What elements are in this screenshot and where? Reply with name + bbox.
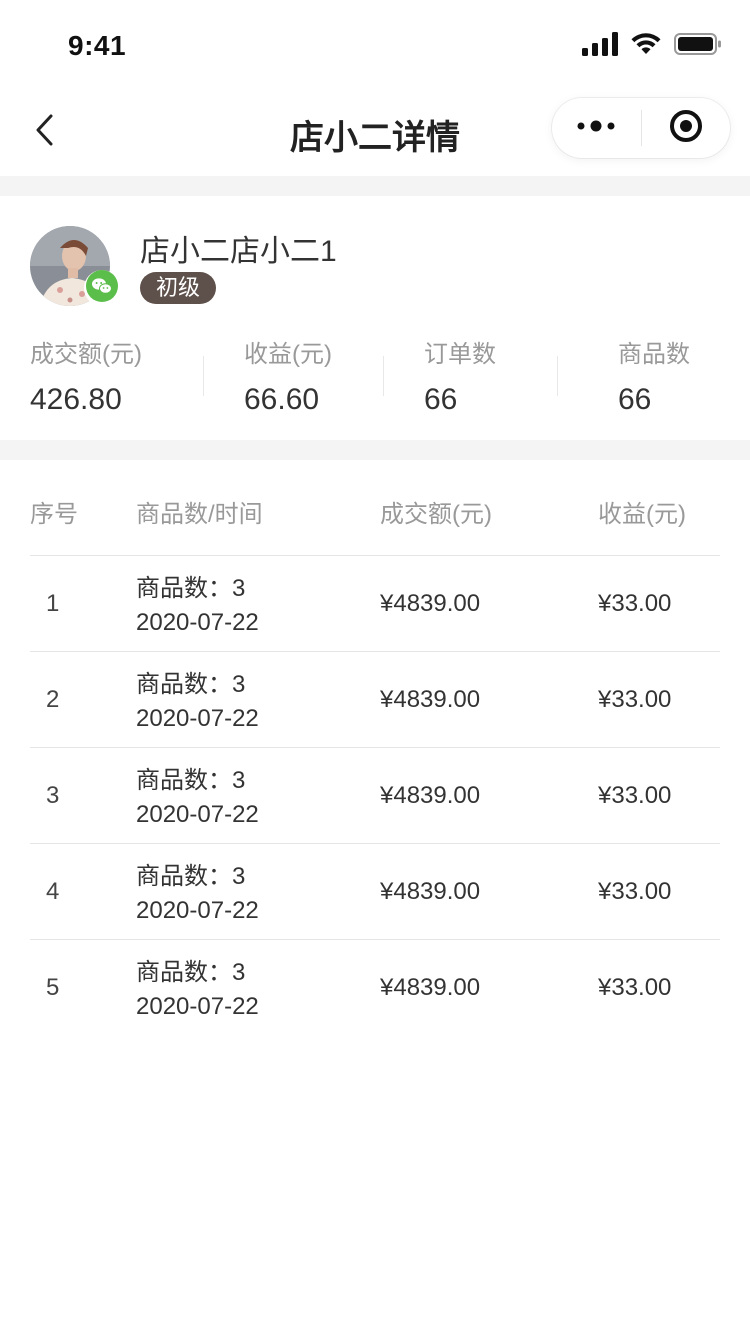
row-index: 2 xyxy=(46,686,60,713)
more-dots-icon xyxy=(576,119,616,137)
row-goods-count: 商品数：3 xyxy=(136,959,246,986)
row-amount: ¥4839.00 xyxy=(380,590,481,617)
records-table: 序号 商品数/时间 成交额(元) 收益(元) 1 商品数：3 2020-07-2… xyxy=(30,460,720,1035)
status-icons xyxy=(582,32,722,61)
table-header: 序号 商品数/时间 成交额(元) 收益(元) xyxy=(30,460,720,556)
signal-icon xyxy=(582,32,618,61)
close-button[interactable] xyxy=(642,98,731,158)
wechat-icon xyxy=(86,269,118,307)
stat-value: 66 xyxy=(424,383,458,416)
battery-icon xyxy=(674,32,722,61)
row-goods-time: 商品数：3 2020-07-22 xyxy=(136,860,259,928)
table-row[interactable]: 1 商品数：3 2020-07-22 ¥4839.00 ¥33.00 xyxy=(30,556,720,652)
row-date: 2020-07-22 xyxy=(136,801,259,828)
row-income: ¥33.00 xyxy=(598,590,672,617)
row-index: 3 xyxy=(46,782,60,809)
stat-income: 收益(元) 66.60 xyxy=(244,334,332,417)
table-row[interactable]: 3 商品数：3 2020-07-22 ¥4839.00 ¥33.00 xyxy=(30,748,720,844)
row-date: 2020-07-22 xyxy=(136,897,259,924)
stat-label: 成交额(元) xyxy=(30,341,142,368)
stat-label: 商品数 xyxy=(618,341,690,368)
column-header-amount: 成交额(元) xyxy=(380,501,492,528)
row-amount: ¥4839.00 xyxy=(380,686,481,713)
row-index: 5 xyxy=(46,974,60,1001)
level-badge: 初级 xyxy=(140,272,217,304)
row-goods-time: 商品数：3 2020-07-22 xyxy=(136,764,259,832)
stat-orders: 订单数 66 xyxy=(424,334,496,417)
table-row[interactable]: 2 商品数：3 2020-07-22 ¥4839.00 ¥33.00 xyxy=(30,652,720,748)
row-goods-count: 商品数：3 xyxy=(136,671,246,698)
row-date: 2020-07-22 xyxy=(136,705,259,732)
profile-name: 店小二店小二1 xyxy=(140,235,337,268)
stat-divider xyxy=(383,356,384,396)
mini-program-capsule xyxy=(552,98,730,158)
stat-label: 订单数 xyxy=(424,341,496,368)
wifi-icon xyxy=(630,32,662,61)
row-amount: ¥4839.00 xyxy=(380,974,481,1001)
profile-card: 店小二店小二1 初级 成交额(元) 426.80 收益(元) 66.60 订单数… xyxy=(0,196,750,440)
table-row[interactable]: 4 商品数：3 2020-07-22 ¥4839.00 ¥33.00 xyxy=(30,844,720,940)
nav-bar: 店小二详情 xyxy=(0,88,750,176)
stat-divider xyxy=(203,356,204,396)
section-divider xyxy=(0,440,750,460)
stat-value: 426.80 xyxy=(30,383,122,416)
status-bar: 9:41 xyxy=(0,0,750,88)
more-button[interactable] xyxy=(552,98,641,158)
row-income: ¥33.00 xyxy=(598,878,672,905)
row-goods-count: 商品数：3 xyxy=(136,767,246,794)
avatar xyxy=(30,226,120,306)
stat-label: 收益(元) xyxy=(244,341,332,368)
row-amount: ¥4839.00 xyxy=(380,878,481,905)
column-header-income: 收益(元) xyxy=(598,501,686,528)
stat-value: 66.60 xyxy=(244,383,320,416)
row-index: 4 xyxy=(46,878,60,905)
row-income: ¥33.00 xyxy=(598,974,672,1001)
row-goods-time: 商品数：3 2020-07-22 xyxy=(136,572,259,640)
stat-goods: 商品数 66 xyxy=(618,334,690,417)
row-goods-count: 商品数：3 xyxy=(136,863,246,890)
stat-turnover: 成交额(元) 426.80 xyxy=(30,334,142,417)
row-income: ¥33.00 xyxy=(598,686,672,713)
column-header-index: 序号 xyxy=(30,501,78,528)
row-goods-count: 商品数：3 xyxy=(136,575,246,602)
row-goods-time: 商品数：3 2020-07-22 xyxy=(136,956,259,1024)
table-row[interactable]: 5 商品数：3 2020-07-22 ¥4839.00 ¥33.00 xyxy=(30,940,720,1035)
row-date: 2020-07-22 xyxy=(136,609,259,636)
row-date: 2020-07-22 xyxy=(136,993,259,1020)
row-income: ¥33.00 xyxy=(598,782,672,809)
target-circle-icon xyxy=(669,109,703,148)
row-index: 1 xyxy=(46,590,60,617)
wechat-badge xyxy=(84,269,120,307)
column-header-goods-time: 商品数/时间 xyxy=(136,501,263,528)
status-time: 9:41 xyxy=(68,30,127,61)
stat-value: 66 xyxy=(618,383,652,416)
row-goods-time: 商品数：3 2020-07-22 xyxy=(136,668,259,736)
section-divider xyxy=(0,176,750,196)
stat-divider xyxy=(557,356,558,396)
stats-row: 成交额(元) 426.80 收益(元) 66.60 订单数 66 商品数 66 xyxy=(0,334,750,417)
row-amount: ¥4839.00 xyxy=(380,782,481,809)
